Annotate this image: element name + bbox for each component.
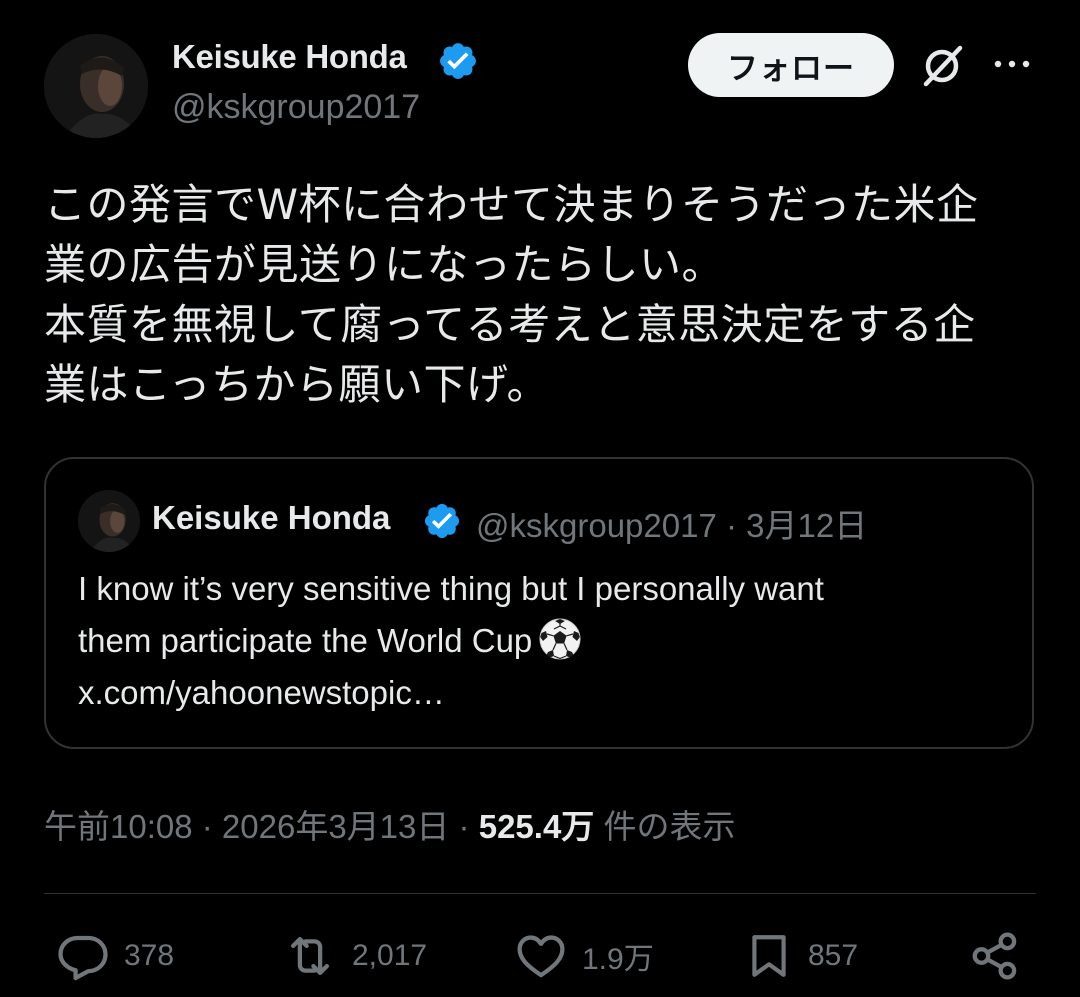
quote-author-name: Keisuke Honda: [152, 499, 391, 536]
quoted-tweet-card[interactable]: Keisuke Honda @kskgroup2017 · 3月12日 I kn…: [44, 457, 1034, 749]
tweet-text-line: 業の広告が見送りになったらしい。: [44, 240, 725, 289]
tweet-text-line: この発言でW杯に合わせて決まりそうだった米企: [44, 180, 979, 229]
tweet-text: この発言でW杯に合わせて決まりそうだった米企 業の広告が見送りになったらしい。 …: [44, 175, 1034, 415]
tweet-timestamp[interactable]: 午前10:08 · 2026年3月13日 ·: [44, 808, 479, 845]
quote-avatar: [78, 490, 140, 552]
avatar[interactable]: [44, 34, 148, 138]
like-count: 1.9万: [582, 943, 654, 976]
bookmark-button[interactable]: 857: [744, 928, 858, 984]
verified-badge-icon: [424, 503, 460, 539]
repost-button[interactable]: 2,017: [282, 928, 427, 984]
tweet-detail: Keisuke Honda @kskgroup2017 フォロー この発言でW杯…: [0, 0, 1080, 997]
more-icon[interactable]: [992, 56, 1032, 72]
quote-text: I know it’s very sensitive thing but I p…: [78, 563, 1008, 719]
tweet-meta: 午前10:08 · 2026年3月13日 · 525.4万 件の表示: [44, 800, 735, 848]
reply-count: 378: [124, 939, 175, 972]
like-button[interactable]: 1.9万: [514, 928, 654, 984]
author-name[interactable]: Keisuke Honda: [172, 38, 407, 76]
share-button[interactable]: [968, 928, 1022, 984]
share-icon: [972, 932, 1017, 980]
tweet-text-line: 本質を無視して腐ってる考えと意思決定をする企: [44, 300, 976, 349]
quote-link[interactable]: x.com/yahoonewstopic…: [78, 667, 1008, 719]
bookmark-icon: [752, 935, 786, 977]
grok-icon[interactable]: [918, 42, 966, 90]
quote-text-line: them participate the World Cup: [78, 615, 1008, 667]
quote-meta: @kskgroup2017 · 3月12日: [476, 507, 868, 544]
quote-text-segment: them participate the World Cup: [78, 622, 533, 659]
follow-button[interactable]: フォロー: [688, 33, 894, 97]
author-handle[interactable]: @kskgroup2017: [172, 88, 420, 127]
bookmark-count: 857: [808, 939, 859, 972]
views-count: 525.4万: [478, 808, 595, 845]
soccer-ball-icon: [539, 618, 581, 660]
quote-text-line: I know it’s very sensitive thing but I p…: [78, 570, 824, 607]
divider: [44, 893, 1036, 894]
tweet-text-line: 業はこっちから願い下げ。: [44, 360, 549, 409]
reply-button[interactable]: 378: [56, 928, 174, 984]
repost-count: 2,017: [352, 939, 428, 972]
reply-icon: [58, 935, 108, 981]
verified-badge-icon: [440, 43, 476, 79]
repost-icon: [290, 936, 330, 976]
like-icon: [517, 935, 565, 978]
views-label: 件の表示: [594, 808, 736, 845]
